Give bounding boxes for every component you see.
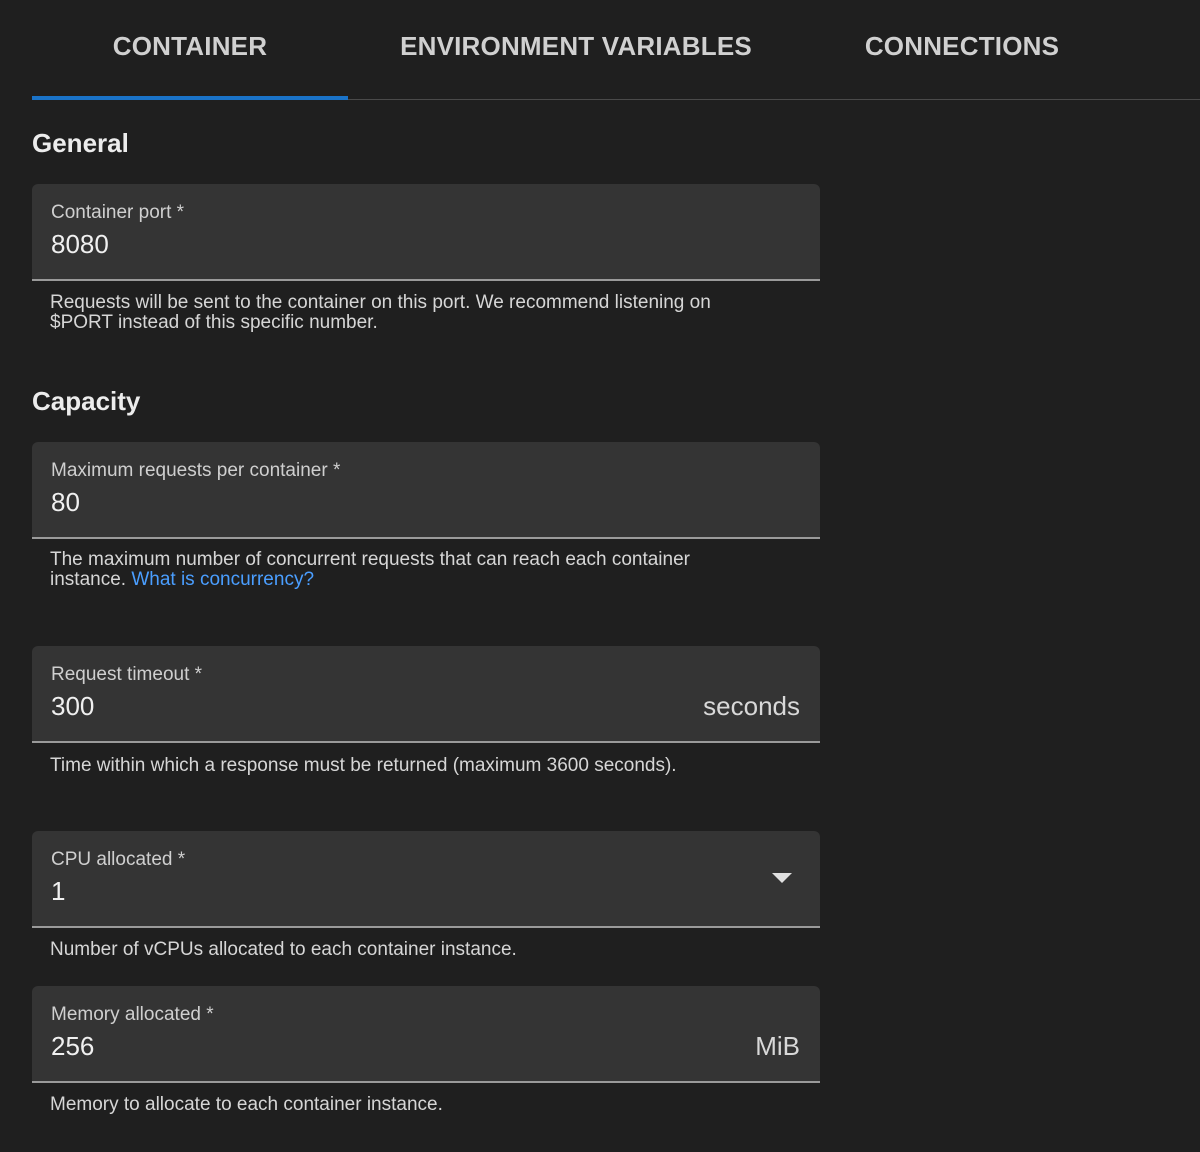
max-requests-input[interactable]: 80 [51,487,80,518]
max-requests-label: Maximum requests per container * [51,460,341,481]
memory-allocated-input[interactable]: 256 [51,1031,94,1062]
request-timeout-input[interactable]: 300 [51,691,94,722]
max-requests-helper: The maximum number of concurrent request… [50,550,770,590]
section-title-general: General [32,128,129,158]
tab-container[interactable]: CONTAINER [32,0,348,100]
chevron-down-icon[interactable] [772,873,792,883]
request-timeout-suffix: seconds [703,691,800,721]
container-port-label: Container port * [51,202,185,223]
tab-connections[interactable]: CONNECTIONS [804,0,1120,100]
container-port-input[interactable]: 8080 [51,229,109,260]
cpu-allocated-select[interactable]: CPU allocated * 1 [32,831,820,928]
cpu-allocated-helper: Number of vCPUs allocated to each contai… [50,939,517,960]
memory-allocated-field[interactable]: Memory allocated * 256 MiB [32,986,820,1083]
container-port-helper: Requests will be sent to the container o… [50,292,711,333]
max-requests-field[interactable]: Maximum requests per container * 80 [32,442,820,539]
container-port-field[interactable]: Container port * 8080 [32,184,820,281]
request-timeout-label: Request timeout * [51,664,203,685]
section-title-capacity: Capacity [32,386,141,416]
tab-environment-variables[interactable]: ENVIRONMENT VARIABLES [348,0,804,100]
cpu-allocated-label: CPU allocated * [51,849,186,870]
request-timeout-field[interactable]: Request timeout * 300 seconds [32,646,820,743]
request-timeout-helper: Time within which a response must be ret… [50,755,677,776]
cpu-allocated-value: 1 [51,876,66,906]
active-tab-indicator [32,96,348,100]
memory-allocated-helper: Memory to allocate to each container ins… [50,1094,443,1115]
memory-allocated-suffix: MiB [755,1031,800,1061]
tab-bar: CONTAINER ENVIRONMENT VARIABLES CONNECTI… [32,0,1200,100]
memory-allocated-label: Memory allocated * [51,1004,214,1025]
concurrency-help-link[interactable]: What is concurrency? [131,569,314,590]
